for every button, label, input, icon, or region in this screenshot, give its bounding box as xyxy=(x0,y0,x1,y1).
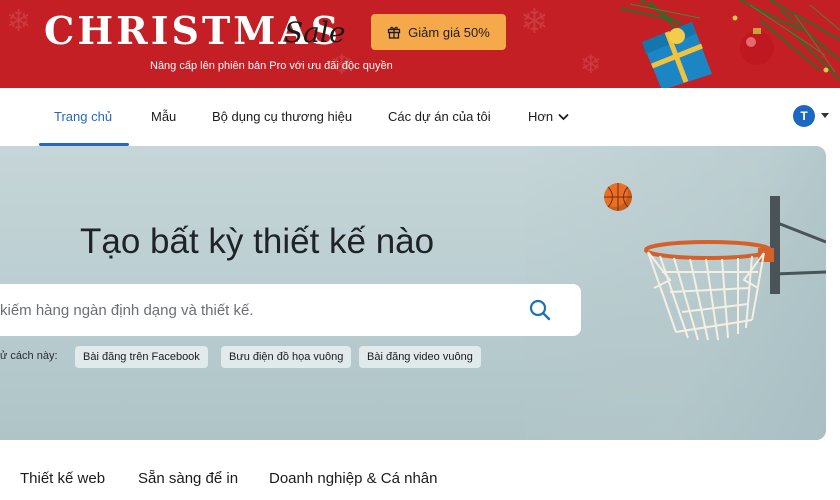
page: ❄ ❄ ❄ ❄ CHRISTMAS Sale Giảm giá 50% Nâng… xyxy=(0,0,840,500)
nav-item-templates[interactable]: Mẫu xyxy=(151,88,176,146)
search-icon[interactable] xyxy=(528,298,552,322)
suggestion-chip[interactable]: Bài đăng video vuông xyxy=(359,346,481,368)
discount-button[interactable]: Giảm giá 50% xyxy=(371,14,506,50)
nav-item-my-projects[interactable]: Các dự án của tôi xyxy=(388,88,491,146)
hero-title: Tạo bất kỳ thiết kế nào xyxy=(80,222,435,261)
suggestion-chip[interactable]: Bài đăng trên Facebook xyxy=(75,346,208,368)
hero-banner: Tạo bất kỳ thiết kế nào ử cách này: Bài … xyxy=(0,146,826,440)
christmas-decoration xyxy=(620,0,840,88)
chevron-down-icon xyxy=(558,113,569,121)
top-nav: Trang chủ Mẫu Bộ dụng cụ thương hiệu Các… xyxy=(0,88,840,146)
snowflake-icon: ❄ xyxy=(6,4,32,39)
category-tab-print-ready[interactable]: Sẵn sàng để in xyxy=(138,470,238,487)
search-box[interactable] xyxy=(0,284,581,336)
promo-script: Sale xyxy=(284,16,346,49)
nav-item-brand-kit[interactable]: Bộ dụng cụ thương hiệu xyxy=(212,88,352,146)
snowflake-icon: ❄ xyxy=(580,50,602,80)
promo-subtitle: Nâng cấp lên phiên bản Pro với ưu đãi độ… xyxy=(150,60,393,72)
search-input[interactable] xyxy=(0,284,510,336)
account-menu-caret-icon[interactable] xyxy=(821,113,829,118)
discount-button-label: Giảm giá 50% xyxy=(408,24,490,40)
avatar[interactable]: T xyxy=(793,105,815,127)
nav-item-more[interactable]: Hơn xyxy=(528,88,569,146)
suggestion-chip[interactable]: Bưu điện đồ họa vuông xyxy=(221,346,352,368)
gift-icon xyxy=(388,26,401,39)
nav-item-home[interactable]: Trang chủ xyxy=(54,88,112,146)
category-tab-web-design[interactable]: Thiết kế web xyxy=(20,470,105,487)
basketball-lines xyxy=(604,183,632,211)
promo-banner[interactable]: ❄ ❄ ❄ ❄ CHRISTMAS Sale Giảm giá 50% Nâng… xyxy=(0,0,840,88)
snowflake-icon: ❄ xyxy=(520,2,549,42)
category-tab-business-personal[interactable]: Doanh nghiệp & Cá nhân xyxy=(269,470,437,487)
try-these-label: ử cách này: xyxy=(0,350,58,362)
nav-item-more-label: Hơn xyxy=(528,109,554,124)
basketball-hoop-illustration xyxy=(644,196,826,341)
